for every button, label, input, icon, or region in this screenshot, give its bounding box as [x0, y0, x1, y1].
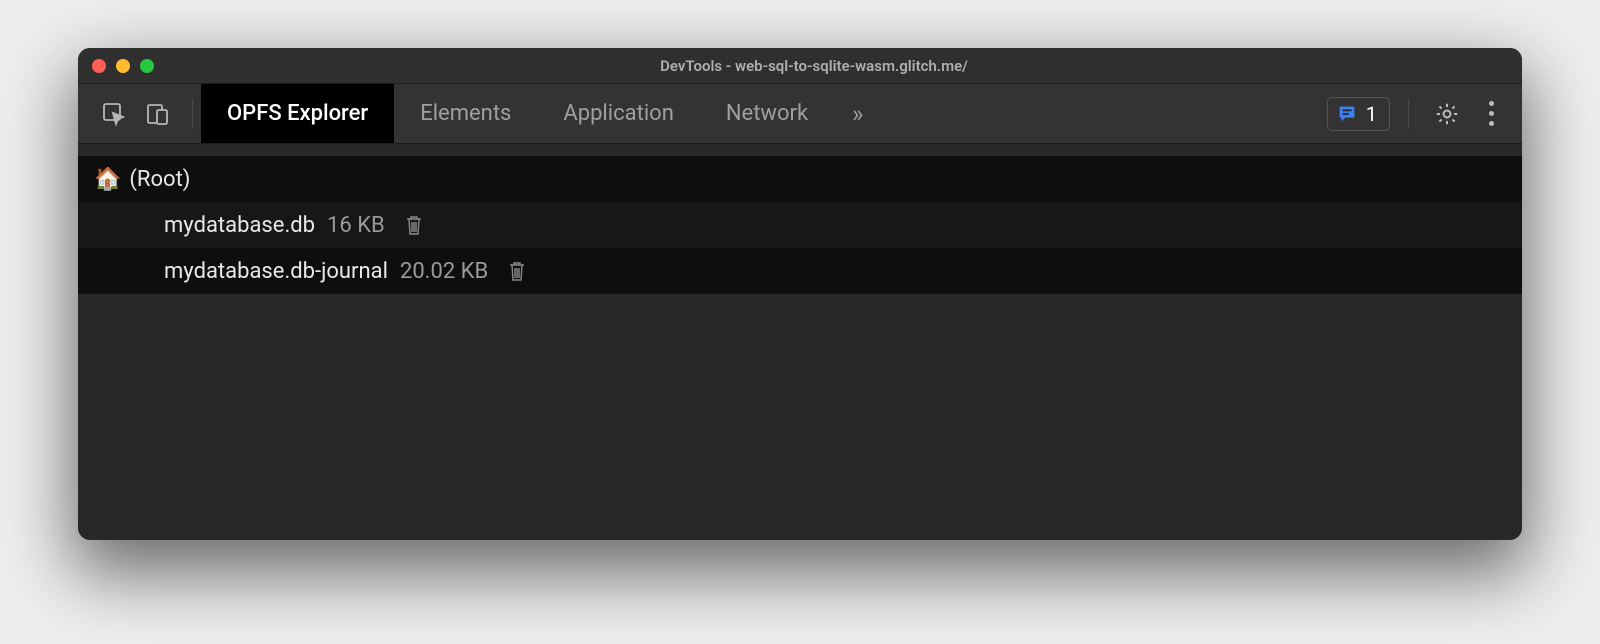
file-name: mydatabase.db-journal — [164, 259, 388, 284]
window-controls — [92, 59, 154, 73]
file-row[interactable]: mydatabase.db-journal 20.02 KB — [78, 248, 1522, 294]
trash-icon — [506, 259, 528, 283]
delete-file-button[interactable] — [403, 213, 425, 237]
more-tabs-icon[interactable]: » — [842, 100, 873, 128]
home-icon: 🏠 — [94, 167, 121, 192]
maximize-window-button[interactable] — [140, 59, 154, 73]
window-title: DevTools - web-sql-to-sqlite-wasm.glitch… — [176, 57, 1452, 75]
tab-elements[interactable]: Elements — [394, 84, 537, 143]
opfs-tree: 🏠 (Root) mydatabase.db 16 KB mydatabase.… — [78, 144, 1522, 294]
file-size: 16 KB — [327, 213, 385, 238]
device-toolbar-icon[interactable] — [138, 94, 178, 134]
close-window-button[interactable] — [92, 59, 106, 73]
delete-file-button[interactable] — [506, 259, 528, 283]
minimize-window-button[interactable] — [116, 59, 130, 73]
titlebar: DevTools - web-sql-to-sqlite-wasm.glitch… — [78, 48, 1522, 84]
file-name: mydatabase.db — [164, 213, 315, 238]
issues-count: 1 — [1366, 102, 1377, 126]
issues-badge[interactable]: 1 — [1327, 97, 1390, 131]
file-size: 20.02 KB — [400, 259, 488, 284]
toolbar-divider — [1408, 99, 1409, 129]
tree-root-row[interactable]: 🏠 (Root) — [78, 156, 1522, 202]
devtools-window: DevTools - web-sql-to-sqlite-wasm.glitch… — [78, 48, 1522, 540]
devtools-toolbar: OPFS Explorer Elements Application Netwo… — [78, 84, 1522, 144]
tab-network[interactable]: Network — [700, 84, 834, 143]
settings-button[interactable] — [1427, 94, 1467, 134]
file-row[interactable]: mydatabase.db 16 KB — [78, 202, 1522, 248]
more-options-button[interactable] — [1477, 93, 1506, 134]
root-label: (Root) — [129, 167, 190, 192]
tab-application[interactable]: Application — [537, 84, 699, 143]
tab-opfs-explorer[interactable]: OPFS Explorer — [201, 84, 394, 143]
devtools-tabs: OPFS Explorer Elements Application Netwo… — [201, 84, 873, 143]
toolbar-divider — [192, 99, 193, 129]
chat-icon — [1336, 103, 1358, 125]
gear-icon — [1434, 101, 1460, 127]
inspect-element-icon[interactable] — [94, 94, 134, 134]
trash-icon — [403, 213, 425, 237]
